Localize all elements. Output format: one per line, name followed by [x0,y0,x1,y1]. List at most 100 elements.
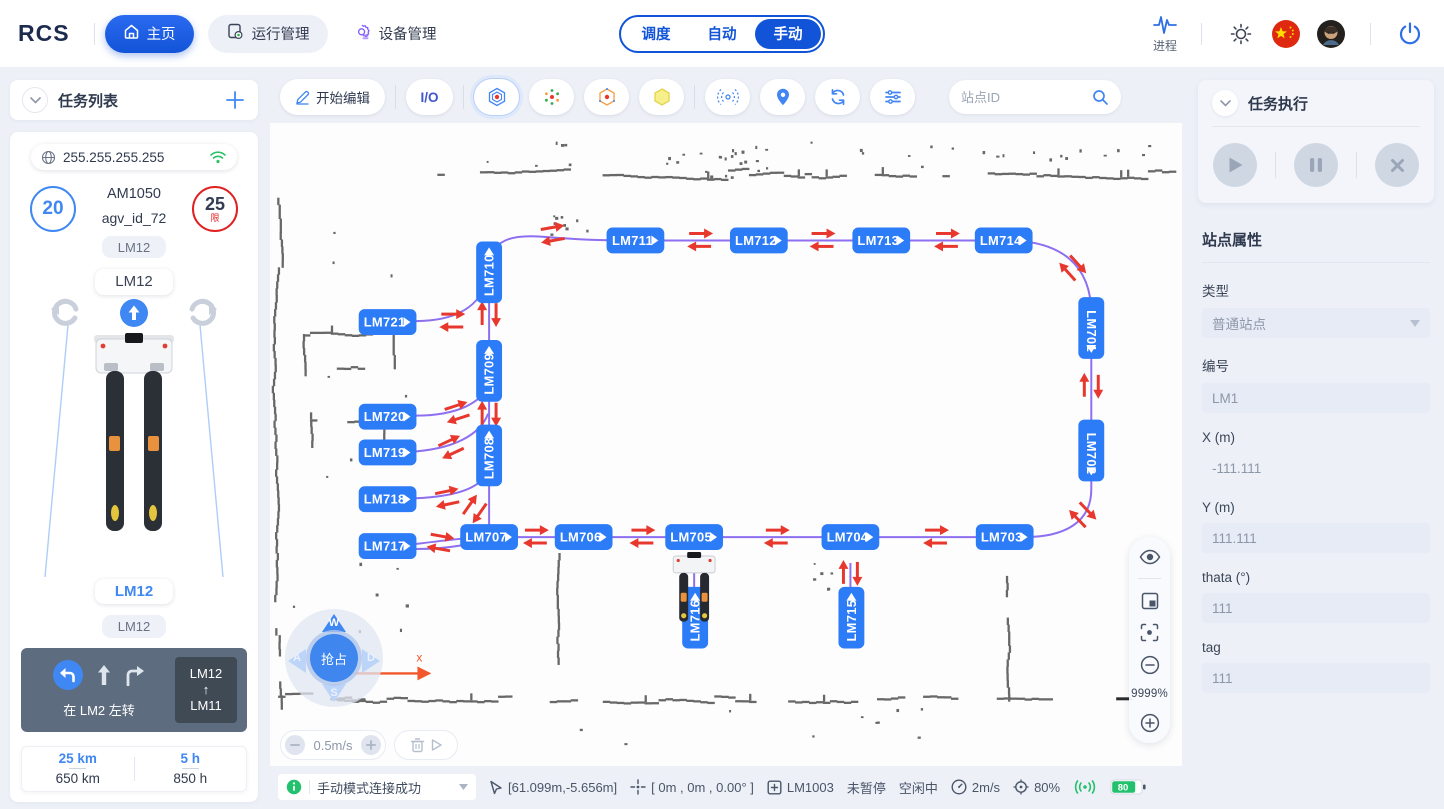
marker-layer-button[interactable] [760,79,805,115]
joystick-right-key[interactable]: D [361,648,381,668]
station-LM701[interactable]: LM701 [1078,297,1104,359]
field-input-x[interactable]: -111.111 [1202,453,1430,483]
refresh-button[interactable] [815,79,860,115]
current-station: LM1003 [767,780,834,795]
station-LM720[interactable]: LM720 [359,404,417,430]
pencil-icon [295,90,310,105]
station-LM710[interactable]: LM710 [476,241,502,303]
station-LM719[interactable]: LM719 [359,440,417,466]
agv-ip-row[interactable]: 255.255.255.255 [31,144,237,170]
svg-text:LM705: LM705 [670,530,712,545]
trip-hours: 5 h [180,751,200,766]
play-small-icon[interactable] [431,739,442,751]
io-button[interactable]: I/O [406,79,453,115]
station-LM717[interactable]: LM717 [359,533,417,559]
agv-card: 255.255.255.255 20 AM1050 agv_id_72 25限 … [10,132,258,802]
station-LM712[interactable]: LM712 [730,228,788,254]
task-play-button[interactable] [1213,143,1257,187]
agv-ip: 255.255.255.255 [63,150,202,165]
trash-icon[interactable] [410,737,425,753]
tab-manual[interactable]: 手动 [755,19,821,49]
zoom-out-button[interactable] [1140,655,1160,675]
connection-status-dropdown[interactable]: 手动模式连接成功 [278,774,476,800]
joystick-down-key[interactable]: S [321,683,347,703]
speed-decrease-button[interactable] [285,735,305,755]
center-focus-button[interactable] [1140,623,1159,642]
power-button[interactable] [1394,18,1426,50]
svg-text:LM709: LM709 [482,353,497,395]
station-LM721[interactable]: LM721 [359,309,417,335]
power-icon [1397,21,1423,47]
station-LM714[interactable]: LM714 [975,228,1033,254]
minimap-button[interactable] [1141,592,1159,610]
svg-text:LM710: LM710 [482,254,497,296]
svg-text:LM704: LM704 [827,530,869,545]
task-cancel-button[interactable] [1375,143,1419,187]
lidar-layer-button[interactable] [705,79,750,115]
station-LM706[interactable]: LM706 [555,524,613,550]
nav-label: 主页 [147,23,176,44]
station-layer-button[interactable] [474,79,519,115]
station-LM718[interactable]: LM718 [359,486,417,512]
field-input-code[interactable]: LM1 [1202,383,1430,413]
manual-speed-value: 0.5m/s [313,738,352,753]
divider [1212,126,1420,127]
station-LM705[interactable]: LM705 [665,524,723,550]
station-LM702[interactable]: LM702 [1078,420,1104,482]
start-edit-button[interactable]: 开始编辑 [280,79,385,115]
nav-item-devices[interactable]: 设备管理 [342,15,447,53]
china-flag-icon [1271,19,1301,49]
area-layer-button[interactable] [639,79,684,115]
svg-text:LM714: LM714 [980,233,1022,248]
station-LM703[interactable]: LM703 [976,524,1034,550]
language-flag-button[interactable] [1270,18,1302,50]
station-LM708[interactable]: LM708 [476,425,502,487]
search-icon[interactable] [1092,89,1109,106]
visibility-button[interactable] [1139,549,1161,565]
station-LM713[interactable]: LM713 [852,228,910,254]
rcs-app: RCS 主页 运行管理 设备管理 调度 自动 手动 进程 [0,0,1444,809]
user-avatar[interactable] [1315,18,1347,50]
station-LM711[interactable]: LM711 [607,228,665,254]
route-arrow: ↑ [203,682,210,697]
task-list-title: 任务列表 [58,90,224,111]
theme-toggle-button[interactable] [1225,18,1257,50]
process-button[interactable]: 进程 [1152,14,1178,54]
field-input-tag[interactable]: 111 [1202,663,1430,693]
task-pause-button[interactable] [1294,143,1338,187]
speed-increase-button[interactable] [361,735,381,755]
svg-text:LM711: LM711 [612,233,653,248]
svg-text:80: 80 [1118,783,1129,794]
properties-panel: 任务执行 站点属性 [1188,67,1444,809]
station-chip: LM12 [95,269,173,294]
route-box: LM12 ↑ LM11 [175,657,237,723]
nav-item-home[interactable]: 主页 [105,15,194,53]
divider [1202,262,1430,263]
tab-dispatch[interactable]: 调度 [623,19,689,49]
station-LM707[interactable]: LM707 [460,524,518,550]
tab-auto[interactable]: 自动 [689,19,755,49]
collapse-task-exec-button[interactable] [1212,90,1238,116]
signal-icon [1073,780,1097,794]
zone-layer-button[interactable] [584,79,629,115]
station-LM715[interactable]: LM715 [838,587,864,649]
station-LM704[interactable]: LM704 [822,524,880,550]
zoom-in-button[interactable] [1140,713,1160,733]
add-task-button[interactable] [224,89,246,111]
field-label-tag: tag [1202,640,1430,655]
field-input-y[interactable]: 111.111 [1202,523,1430,553]
nav-item-operations[interactable]: 运行管理 [208,15,328,53]
collapse-task-list-button[interactable] [22,87,48,113]
add-square-icon [767,780,782,795]
points-layer-button[interactable] [529,79,574,115]
map-canvas[interactable]: LM710 LM711 LM712 LM713 LM714 LM701 LM702 LM721… [270,123,1182,766]
station-search-input[interactable] [961,90,1084,105]
field-label-y: Y (m) [1202,500,1430,515]
field-input-type[interactable]: 普通站点 [1202,308,1430,338]
field-input-thata[interactable]: 111 [1202,593,1430,623]
filter-button[interactable] [870,79,915,115]
seize-control-button[interactable]: 抢占 [310,634,358,682]
station-props-title: 站点属性 [1202,229,1430,250]
station-LM709[interactable]: LM709 [476,340,502,402]
joystick-left-key[interactable]: A [287,648,307,668]
